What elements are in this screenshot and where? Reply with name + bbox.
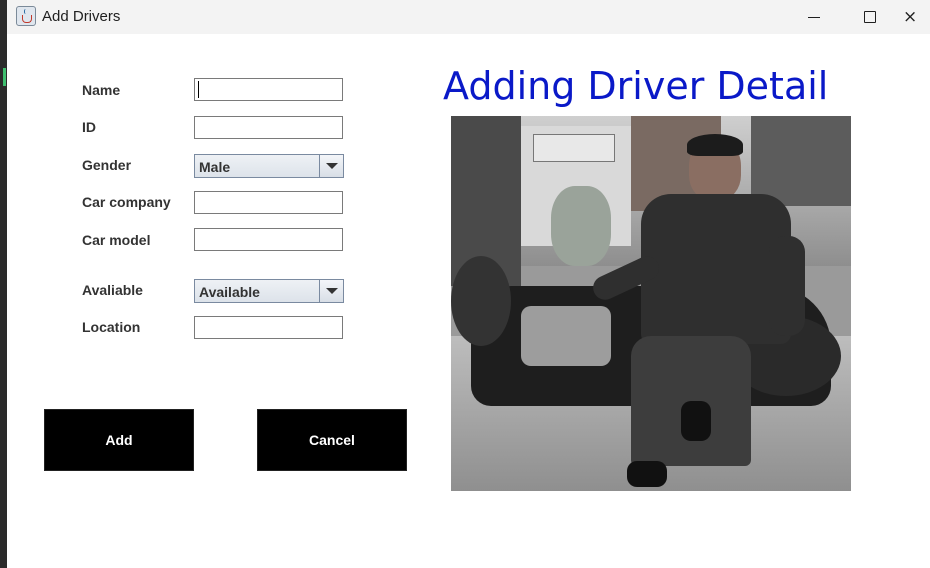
gender-label: Gender [82, 157, 132, 173]
page-title: Adding Driver Detail [443, 64, 829, 108]
title-bar[interactable]: Add Drivers × [7, 0, 930, 34]
id-field[interactable] [194, 116, 343, 139]
driver-photo [451, 116, 851, 491]
available-dropdown-button[interactable] [319, 280, 343, 302]
gender-dropdown-button[interactable] [319, 155, 343, 177]
text-caret [198, 81, 199, 98]
car-model-label: Car model [82, 232, 151, 248]
car-model-field[interactable] [194, 228, 343, 251]
java-cup-icon [16, 6, 36, 26]
name-label: Name [82, 82, 121, 98]
maximize-button[interactable] [847, 0, 893, 34]
close-button[interactable]: × [903, 0, 930, 34]
location-label: Location [82, 319, 141, 335]
close-icon: × [903, 7, 918, 27]
minimize-icon [808, 16, 820, 18]
id-label: ID [82, 119, 96, 135]
car-company-label: Car company [82, 194, 171, 210]
add-drivers-window: Add Drivers × Name ID Gender Car company… [7, 0, 930, 568]
window-title: Add Drivers [42, 8, 121, 25]
chevron-down-icon [326, 288, 338, 294]
available-label: Avaliable [82, 282, 143, 298]
taskbar-accent [3, 68, 6, 86]
chevron-down-icon [326, 163, 338, 169]
minimize-button[interactable] [791, 0, 837, 34]
maximize-icon [864, 11, 876, 23]
car-company-field[interactable] [194, 191, 343, 214]
available-selected-value: Available [199, 284, 260, 300]
gender-select[interactable]: Male [194, 154, 344, 178]
available-select[interactable]: Available [194, 279, 344, 303]
gender-selected-value: Male [199, 159, 231, 175]
name-field[interactable] [194, 78, 343, 101]
location-field[interactable] [194, 316, 343, 339]
cancel-button[interactable]: Cancel [257, 409, 407, 471]
add-button[interactable]: Add [44, 409, 194, 471]
